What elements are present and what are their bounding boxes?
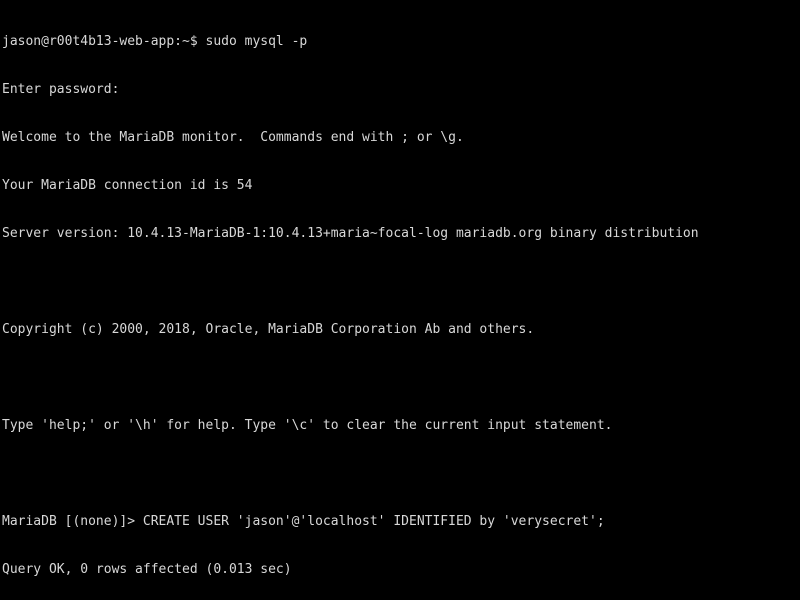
terminal-screen[interactable]: jason@r00t4b13-web-app:~$ sudo mysql -p … <box>0 0 800 600</box>
terminal-line: Type 'help;' or '\h' for help. Type '\c'… <box>2 418 613 433</box>
terminal-line: MariaDB [(none)]> CREATE USER 'jason'@'l… <box>2 514 605 529</box>
terminal-line: Welcome to the MariaDB monitor. Commands… <box>2 130 464 145</box>
terminal-line: Server version: 10.4.13-MariaDB-1:10.4.1… <box>2 226 699 241</box>
terminal-line: jason@r00t4b13-web-app:~$ sudo mysql -p <box>2 34 308 49</box>
terminal-line: Copyright (c) 2000, 2018, Oracle, MariaD… <box>2 322 535 337</box>
terminal-line: Enter password: <box>2 82 120 97</box>
terminal-line: Your MariaDB connection id is 54 <box>2 178 253 193</box>
terminal-line: Query OK, 0 rows affected (0.013 sec) <box>2 562 292 577</box>
